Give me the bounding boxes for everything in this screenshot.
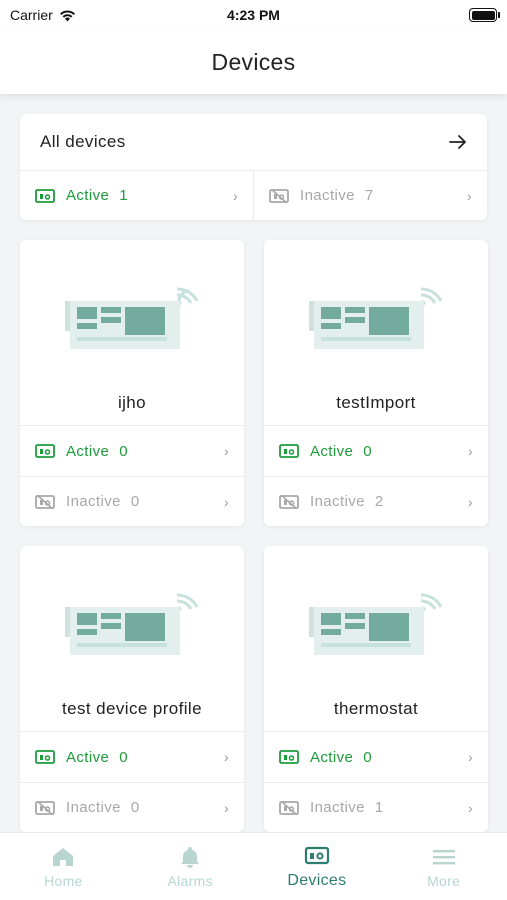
device-profile-name: testImport xyxy=(264,380,488,426)
menu-icon xyxy=(432,849,455,864)
device-profile-image[interactable] xyxy=(20,546,244,686)
active-count: 0 xyxy=(119,748,128,766)
active-label: Active xyxy=(310,748,354,766)
inactive-count: 0 xyxy=(130,799,140,816)
inactive-label: Inactive xyxy=(310,493,365,510)
all-devices-active-filter[interactable]: Active 1 › xyxy=(20,171,253,220)
device-inactive-icon xyxy=(269,188,289,203)
nav-label: Devices xyxy=(287,871,347,889)
bottom-nav: Home Alarms Devices More xyxy=(0,832,507,900)
device-active-icon xyxy=(35,444,55,458)
profile-inactive-row[interactable]: Inactive 2 › xyxy=(264,476,488,526)
bell-icon xyxy=(181,846,200,868)
nav-label: Alarms xyxy=(167,872,213,889)
device-inactive-icon xyxy=(279,494,299,509)
chevron-right-icon: › xyxy=(223,749,229,765)
arrow-right-icon xyxy=(449,135,466,149)
chevron-right-icon: › xyxy=(467,443,473,459)
inactive-count: 7 xyxy=(364,187,374,204)
profile-active-row[interactable]: Active 0 › xyxy=(20,426,244,476)
inactive-count: 2 xyxy=(374,493,384,510)
home-icon xyxy=(53,847,74,866)
device-profile-card: thermostat Active 0 › Inactive 1 › xyxy=(264,546,488,832)
nav-item-devices[interactable]: Devices xyxy=(254,833,381,900)
all-devices-header[interactable]: All devices xyxy=(20,114,487,171)
profile-active-row[interactable]: Active 0 › xyxy=(264,426,488,476)
device-board-icon xyxy=(65,593,199,655)
inactive-label: Inactive xyxy=(66,799,121,816)
carrier-label: Carrier xyxy=(10,7,53,23)
inactive-count: 0 xyxy=(130,493,140,510)
devices-icon xyxy=(304,846,329,864)
app-header: Devices xyxy=(0,30,507,94)
device-profile-image[interactable] xyxy=(264,240,488,380)
chevron-right-icon: › xyxy=(466,187,472,204)
profile-active-row[interactable]: Active 0 › xyxy=(264,732,488,782)
status-bar: Carrier 4:23 PM xyxy=(0,0,507,30)
device-profile-name: thermostat xyxy=(264,686,488,732)
active-count: 0 xyxy=(363,442,372,460)
active-count: 0 xyxy=(363,748,372,766)
device-profile-name: test device profile xyxy=(20,686,244,732)
active-label: Active xyxy=(310,442,354,460)
device-active-icon xyxy=(35,750,55,764)
chevron-right-icon: › xyxy=(223,443,229,459)
active-count: 1 xyxy=(119,187,128,204)
nav-item-more[interactable]: More xyxy=(380,833,507,900)
device-profile-card: test device profile Active 0 › Inactive … xyxy=(20,546,244,832)
active-count: 0 xyxy=(119,442,128,460)
profile-inactive-row[interactable]: Inactive 0 › xyxy=(20,782,244,832)
wifi-icon xyxy=(59,9,75,21)
inactive-label: Inactive xyxy=(310,799,365,816)
device-board-icon xyxy=(65,287,199,349)
device-inactive-icon xyxy=(35,494,55,509)
chevron-right-icon: › xyxy=(223,493,229,510)
device-profile-name: ijho xyxy=(20,380,244,426)
device-active-icon xyxy=(279,444,299,458)
device-active-icon xyxy=(279,750,299,764)
inactive-count: 1 xyxy=(374,799,384,816)
page-title: Devices xyxy=(211,48,296,75)
device-inactive-icon xyxy=(279,800,299,815)
active-label: Active xyxy=(66,442,110,460)
all-devices-inactive-filter[interactable]: Inactive 7 › xyxy=(253,171,487,220)
device-profile-image[interactable] xyxy=(20,240,244,380)
device-profile-image[interactable] xyxy=(264,546,488,686)
profile-inactive-row[interactable]: Inactive 1 › xyxy=(264,782,488,832)
chevron-right-icon: › xyxy=(467,799,473,816)
device-profile-card: testImport Active 0 › Inactive 2 › xyxy=(264,240,488,526)
nav-label: Home xyxy=(44,872,83,889)
device-active-icon xyxy=(35,188,55,203)
active-label: Active xyxy=(66,748,110,766)
chevron-right-icon: › xyxy=(223,799,229,816)
nav-item-home[interactable]: Home xyxy=(0,833,127,900)
nav-label: More xyxy=(427,872,461,889)
status-time: 4:23 PM xyxy=(227,7,280,23)
all-devices-card: All devices Active 1 › Inactive 7 › xyxy=(20,114,487,220)
profile-active-row[interactable]: Active 0 › xyxy=(20,732,244,782)
inactive-label: Inactive xyxy=(300,187,355,204)
device-board-icon xyxy=(309,593,443,655)
chevron-right-icon: › xyxy=(467,749,473,765)
all-devices-title: All devices xyxy=(40,132,126,151)
nav-item-alarms[interactable]: Alarms xyxy=(127,833,254,900)
chevron-right-icon: › xyxy=(232,187,238,204)
inactive-label: Inactive xyxy=(66,493,121,510)
active-label: Active xyxy=(66,187,110,204)
battery-icon xyxy=(469,8,500,22)
chevron-right-icon: › xyxy=(467,493,473,510)
devices-content[interactable]: All devices Active 1 › Inactive 7 › ijho… xyxy=(0,94,507,832)
device-inactive-icon xyxy=(35,800,55,815)
profile-inactive-row[interactable]: Inactive 0 › xyxy=(20,476,244,526)
device-board-icon xyxy=(309,287,443,349)
device-profile-card: ijho Active 0 › Inactive 0 › xyxy=(20,240,244,526)
